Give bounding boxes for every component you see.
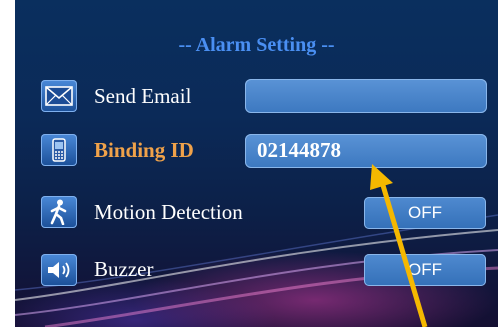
binding-id-label: Binding ID (94, 138, 194, 162)
buzzer-label: Buzzer (94, 257, 154, 281)
motion-detection-label: Motion Detection (94, 200, 243, 224)
binding-id-field[interactable]: 02144878 (245, 134, 487, 168)
phone-icon (52, 138, 66, 162)
buzzer-toggle[interactable]: OFF (364, 254, 486, 286)
page-title: -- Alarm Setting -- (178, 34, 335, 56)
envelope-icon (45, 86, 73, 106)
speaker-icon (48, 262, 70, 278)
walking-person-icon (50, 199, 67, 225)
motion-detection-icon-button[interactable] (41, 196, 77, 228)
send-email-field[interactable] (245, 79, 487, 113)
alarm-setting-screen: -- Alarm Setting -- Send Email Binding I… (15, 0, 498, 327)
send-email-icon-button[interactable] (41, 80, 77, 112)
binding-id-icon-button[interactable] (41, 134, 77, 166)
motion-detection-toggle[interactable]: OFF (364, 197, 486, 229)
send-email-label: Send Email (94, 84, 192, 108)
buzzer-icon-button[interactable] (41, 254, 77, 286)
binding-id-value: 02144878 (257, 138, 341, 162)
